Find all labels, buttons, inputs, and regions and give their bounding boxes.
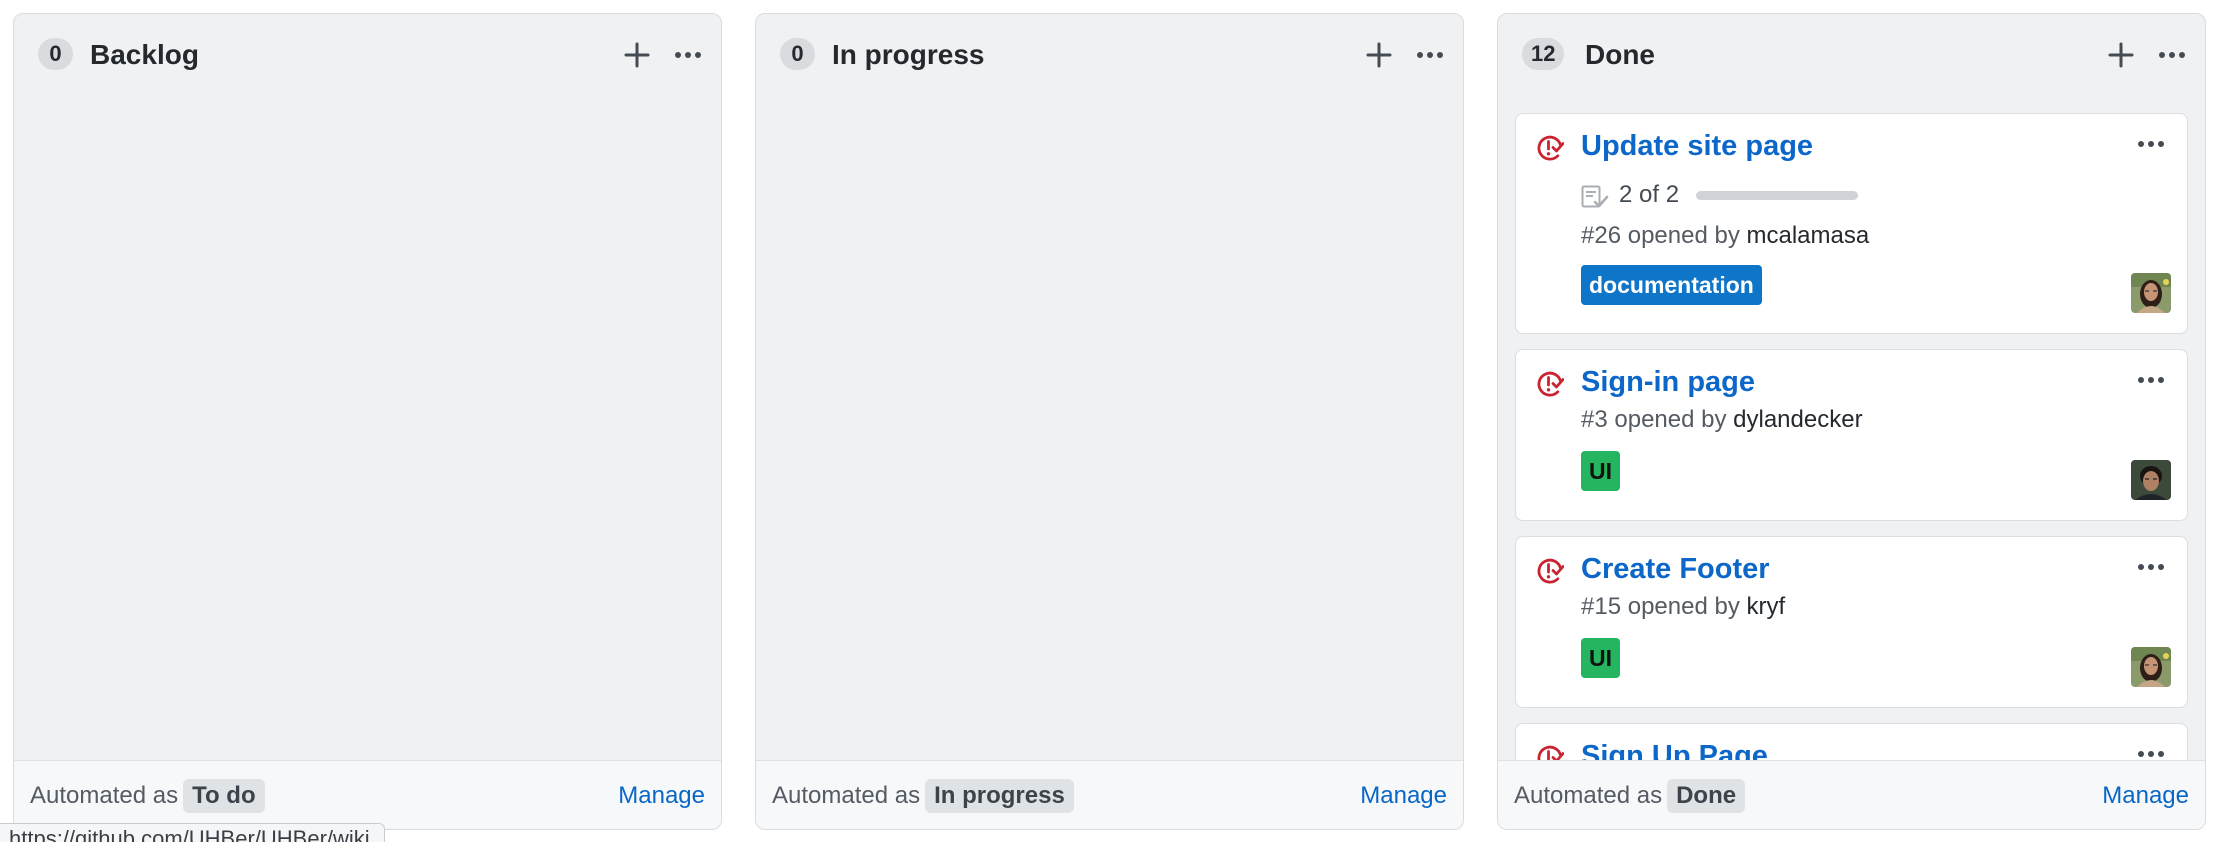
column-in-progress: 0 In progress Automated as In progress Ma… [755, 13, 1464, 830]
column-cards-area[interactable]: Update site page 2 of 2 #26 opened by mc… [1498, 96, 2205, 760]
issue-title-link[interactable]: Sign Up Page [1581, 738, 1768, 760]
issue-title-link[interactable]: Update site page [1581, 128, 1813, 164]
label-ui[interactable]: UI [1581, 638, 1620, 678]
plus-icon [2108, 42, 2134, 68]
label-ui[interactable]: UI [1581, 451, 1620, 491]
checklist-progress-fill [1696, 191, 1858, 200]
automation-preset: To do [183, 779, 265, 813]
add-card-button[interactable] [1359, 40, 1399, 70]
issue-title-link[interactable]: Create Footer [1581, 551, 1770, 587]
avatar-image [2131, 647, 2171, 687]
kebab-horizontal-icon [2159, 52, 2185, 58]
issue-closed-icon [1537, 558, 1564, 584]
opened-by-text: opened by [1627, 222, 1740, 249]
issue-closed-icon [1537, 371, 1564, 397]
automation-status: Automated as In progress [772, 779, 1074, 813]
kebab-horizontal-icon [675, 52, 701, 58]
opened-by-text: opened by [1614, 406, 1727, 433]
issue-closed-icon [1537, 745, 1564, 760]
manage-automation-link[interactable]: Manage [1360, 779, 1447, 813]
issue-author-link[interactable]: kryf [1747, 593, 1786, 620]
automation-preset: Done [1667, 779, 1746, 813]
kebab-horizontal-icon [2138, 751, 2164, 757]
add-card-button[interactable] [2101, 40, 2141, 70]
avatar-image [2131, 273, 2171, 313]
issue-title-link[interactable]: Sign-in page [1581, 364, 1755, 400]
issue-closed-icon [1537, 135, 1564, 161]
automation-prefix: Automated as [1514, 782, 1663, 809]
issue-author-link[interactable]: mcalamasa [1747, 222, 1870, 249]
column-footer: Automated as To do Manage [14, 760, 721, 829]
card-count-badge: 0 [780, 38, 815, 70]
column-menu-button[interactable] [2152, 40, 2192, 70]
checklist-progress-bar [1696, 191, 1858, 200]
issue-card[interactable]: Sign-in page #3 opened by dylandecker UI [1515, 349, 2188, 521]
checklist-count: 2 of 2 [1619, 181, 1680, 208]
automation-prefix: Automated as [772, 782, 921, 809]
issue-card[interactable]: Create Footer #15 opened by kryf UI [1515, 536, 2188, 708]
avatar-image [2131, 460, 2171, 500]
automation-status: Automated as Done [1514, 779, 1746, 813]
issue-card[interactable]: Update site page 2 of 2 #26 opened by mc… [1515, 113, 2188, 334]
kebab-horizontal-icon [2138, 564, 2164, 570]
assignee-avatar[interactable] [2131, 460, 2171, 500]
kebab-horizontal-icon [2138, 141, 2164, 147]
column-menu-button[interactable] [1410, 40, 1450, 70]
column-cards-area[interactable] [756, 96, 1463, 760]
manage-automation-link[interactable]: Manage [618, 779, 705, 813]
checklist-icon [1581, 185, 1609, 208]
project-board: 0 Backlog Automated as To do Manage 0 In … [0, 0, 2224, 842]
assignee-avatar[interactable] [2131, 273, 2171, 313]
card-count-badge: 12 [1522, 38, 1565, 70]
column-footer: Automated as In progress Manage [756, 760, 1463, 829]
automation-status: Automated as To do [30, 779, 265, 813]
card-menu-button[interactable] [2133, 134, 2169, 154]
label-documentation[interactable]: documentation [1581, 265, 1762, 305]
card-menu-button[interactable] [2133, 744, 2169, 760]
column-menu-button[interactable] [668, 40, 708, 70]
assignee-avatar[interactable] [2131, 647, 2171, 687]
add-card-button[interactable] [617, 40, 657, 70]
issue-meta: #26 opened by mcalamasa [1581, 221, 1869, 251]
column-title: Backlog [90, 39, 199, 70]
kebab-horizontal-icon [2138, 377, 2164, 383]
manage-automation-link[interactable]: Manage [2102, 779, 2189, 813]
card-menu-button[interactable] [2133, 557, 2169, 577]
issue-author-link[interactable]: dylandecker [1733, 406, 1862, 433]
plus-icon [1366, 42, 1392, 68]
column-cards-area[interactable] [14, 96, 721, 760]
column-footer: Automated as Done Manage [1498, 760, 2205, 829]
column-title: Done [1585, 39, 1655, 70]
column-header: 0 In progress [756, 14, 1463, 96]
issue-card[interactable]: Sign Up Page [1515, 723, 2188, 760]
column-done: 12 Done Update site page 2 of 2 #26 open… [1497, 13, 2206, 830]
issue-meta: #15 opened by kryf [1581, 592, 1785, 622]
opened-by-text: opened by [1627, 593, 1740, 620]
issue-number: #3 [1581, 406, 1608, 433]
column-title: In progress [832, 39, 985, 70]
column-backlog: 0 Backlog Automated as To do Manage [13, 13, 722, 830]
automation-prefix: Automated as [30, 782, 179, 809]
card-menu-button[interactable] [2133, 370, 2169, 390]
kebab-horizontal-icon [1417, 52, 1443, 58]
card-count-badge: 0 [38, 38, 73, 70]
issue-number: #26 [1581, 222, 1622, 249]
plus-icon [624, 42, 650, 68]
issue-meta: #3 opened by dylandecker [1581, 405, 1863, 435]
column-header: 0 Backlog [14, 14, 721, 96]
issue-number: #15 [1581, 593, 1622, 620]
column-header: 12 Done [1498, 14, 2205, 96]
status-url-tooltip: https://github.com/UHBer/UHBer/wiki [0, 823, 385, 842]
automation-preset: In progress [925, 779, 1074, 813]
